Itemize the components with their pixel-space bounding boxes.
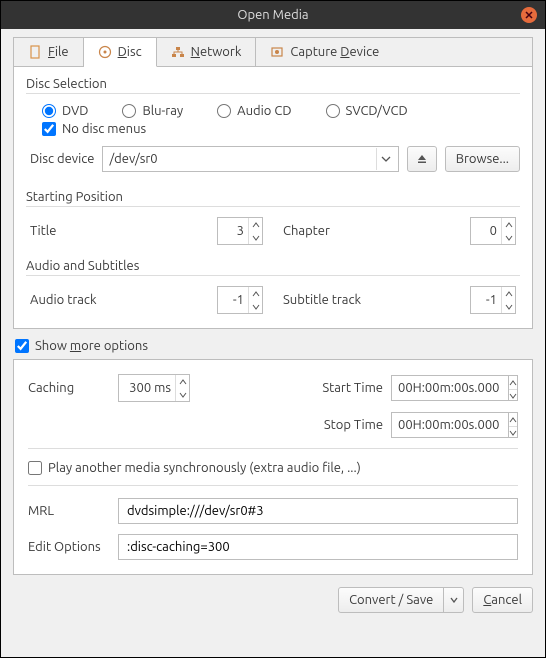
window-title: Open Media — [237, 8, 308, 22]
disc-device-combo[interactable]: /dev/sr0 — [102, 146, 398, 172]
radio-svcd[interactable]: SVCD/VCD — [326, 104, 408, 118]
divider — [26, 93, 520, 94]
disc-selection-title: Disc Selection — [26, 77, 520, 91]
eject-button[interactable] — [407, 146, 437, 172]
caching-spinner[interactable]: 300 ms — [118, 374, 190, 402]
step-down-icon[interactable] — [176, 388, 189, 401]
stop-time-input[interactable]: 00H:00m:00s.000 — [391, 412, 509, 438]
title-label: Title — [30, 224, 217, 238]
step-up-icon[interactable] — [249, 287, 262, 300]
divider — [28, 485, 518, 486]
network-icon — [171, 45, 185, 59]
subtitle-track-spinner[interactable]: -1 — [470, 286, 516, 314]
step-down-icon[interactable] — [249, 300, 262, 313]
audio-track-label: Audio track — [30, 293, 217, 307]
radio-audiocd[interactable]: Audio CD — [217, 104, 291, 118]
tab-disc[interactable]: Disc — [84, 38, 157, 67]
title-value: 3 — [218, 224, 248, 238]
edit-options-input[interactable] — [118, 534, 518, 560]
step-down-icon[interactable] — [502, 231, 515, 244]
tabs-container: File Disc Network Capture Device Disc Se… — [13, 37, 533, 329]
start-time-input[interactable]: 00H:00m:00s.000 — [391, 375, 509, 401]
capture-icon — [270, 45, 284, 59]
close-icon[interactable] — [521, 7, 537, 23]
play-sync-label: Play another media synchronously (extra … — [48, 461, 361, 475]
step-up-icon[interactable] — [502, 287, 515, 300]
show-more-label: ore options — [81, 339, 148, 353]
divider — [28, 448, 518, 449]
step-down-icon[interactable] — [509, 389, 517, 402]
step-up-icon[interactable] — [249, 218, 262, 231]
starting-position-title: Starting Position — [26, 190, 520, 204]
radio-bluray[interactable]: Blu-ray — [122, 104, 183, 118]
start-time-label: Start Time — [322, 381, 383, 395]
disc-device-label: Disc device — [30, 152, 94, 166]
mrl-label: MRL — [28, 504, 118, 518]
divider — [26, 275, 520, 276]
audio-track-spinner[interactable]: -1 — [217, 286, 263, 314]
audio-subtitles-title: Audio and Subtitles — [26, 259, 520, 273]
chapter-value: 0 — [471, 224, 501, 238]
file-icon — [28, 45, 42, 59]
disc-device-value: /dev/sr0 — [109, 152, 375, 166]
subtitle-track-label: Subtitle track — [283, 293, 470, 307]
step-down-icon[interactable] — [249, 231, 262, 244]
tab-file-label: ile — [55, 45, 69, 59]
convert-save-button[interactable]: Convert / Save — [338, 587, 464, 613]
divider — [26, 206, 520, 207]
chapter-label: Chapter — [283, 224, 470, 238]
checkbox-play-sync[interactable] — [28, 461, 42, 475]
step-down-icon[interactable] — [502, 300, 515, 313]
edit-options-label: Edit Options — [28, 540, 118, 554]
mrl-input[interactable] — [118, 498, 518, 524]
tab-network[interactable]: Network — [157, 38, 257, 66]
step-up-icon[interactable] — [509, 413, 517, 426]
no-disc-menus-label: No disc menus — [62, 122, 146, 136]
caching-label: Caching — [28, 381, 118, 395]
subtitle-track-value: -1 — [471, 293, 501, 307]
step-up-icon[interactable] — [502, 218, 515, 231]
checkbox-show-more-options[interactable] — [15, 339, 29, 353]
more-options-panel: Caching 300 ms Start Time 00H:00m:00s.00… — [13, 359, 533, 575]
browse-button[interactable]: Browse... — [445, 146, 520, 172]
titlebar: Open Media — [1, 1, 545, 29]
chevron-down-icon[interactable] — [376, 148, 396, 170]
step-up-icon[interactable] — [509, 376, 517, 389]
chapter-spinner[interactable]: 0 — [470, 217, 516, 245]
step-down-icon[interactable] — [509, 426, 517, 439]
tab-capture-label: evice — [349, 45, 379, 59]
tab-file[interactable]: File — [14, 38, 84, 66]
audio-track-value: -1 — [218, 293, 248, 307]
chevron-down-icon[interactable] — [444, 587, 464, 613]
radio-dvd[interactable]: DVD — [42, 104, 88, 118]
cancel-button[interactable]: Cancel — [472, 587, 533, 613]
checkbox-no-disc-menus[interactable] — [42, 122, 56, 136]
tab-disc-label: isc — [127, 45, 142, 59]
tab-network-label: etwork — [200, 45, 241, 59]
title-spinner[interactable]: 3 — [217, 217, 263, 245]
tab-capture[interactable]: Capture Device — [256, 38, 393, 66]
caching-value: 300 ms — [119, 381, 175, 395]
stop-time-label: Stop Time — [324, 418, 383, 432]
disc-icon — [98, 45, 112, 59]
step-up-icon[interactable] — [176, 375, 189, 388]
